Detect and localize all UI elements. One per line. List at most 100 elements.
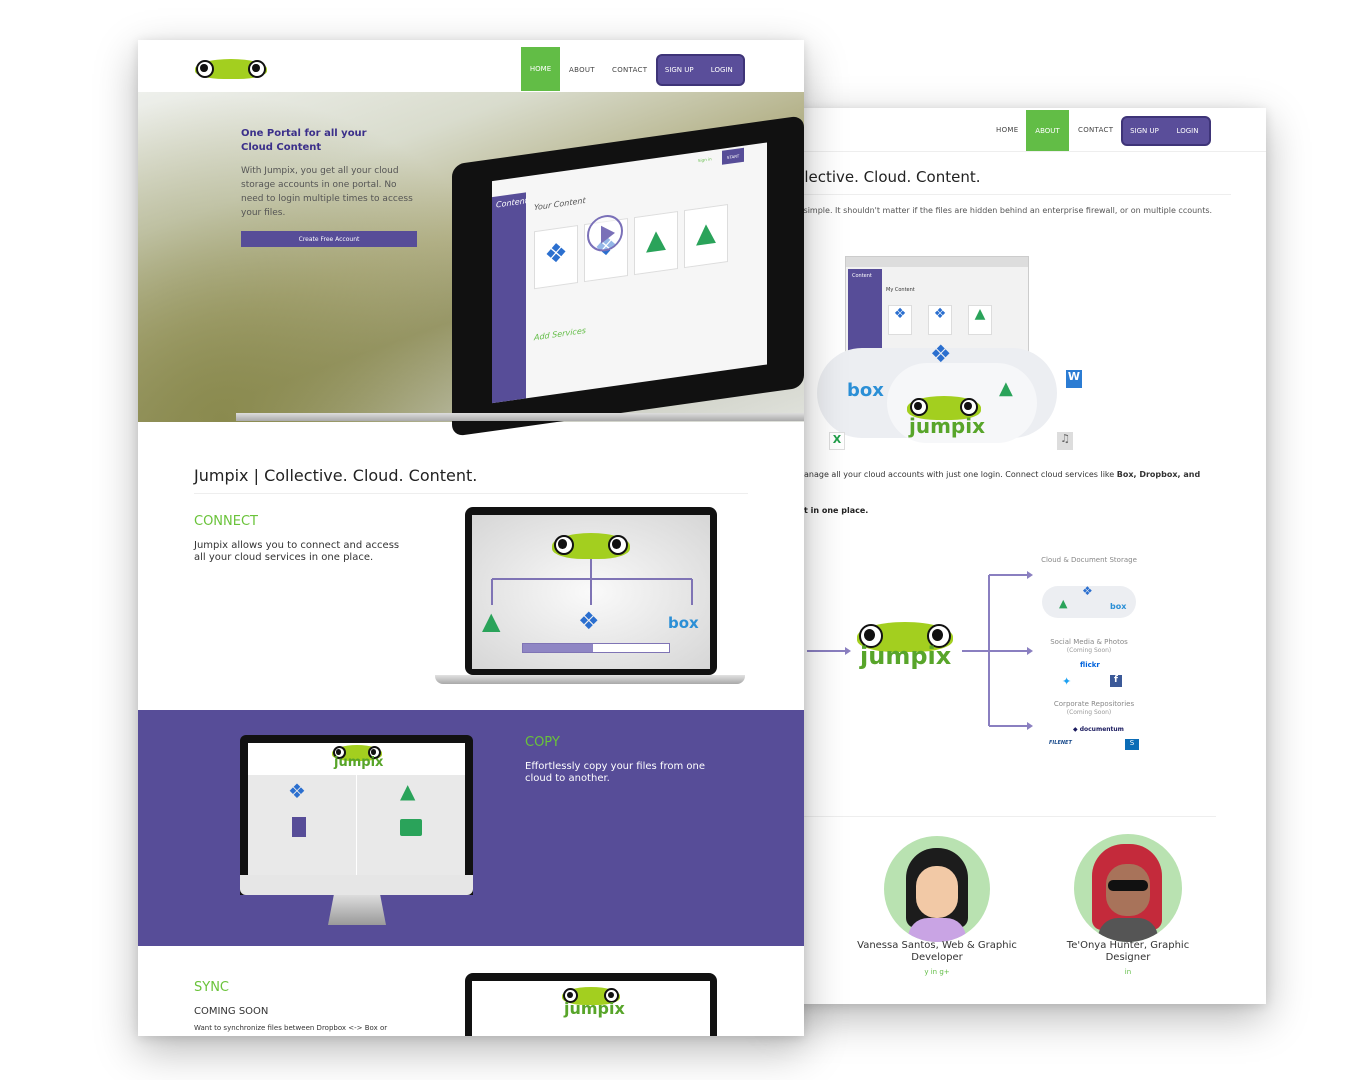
sync-screen: jumpix [472, 981, 710, 1036]
add-services-link: Add Services [534, 325, 586, 343]
nav-contact-link[interactable]: CONTACT [1078, 126, 1113, 134]
dropbox-icon: ❖ [930, 340, 952, 368]
jumpix-wordmark: jumpix [564, 999, 625, 1018]
avatar-vanessa [884, 836, 990, 942]
dropbox-icon: ❖ [578, 607, 600, 635]
team-member-name: Vanessa Santos, Web & Graphic Developer [857, 940, 1017, 963]
connect-screen: ▲ ❖ box [472, 515, 710, 669]
social-links[interactable]: in [1108, 968, 1148, 976]
nav-home-link[interactable]: HOME [996, 126, 1018, 134]
mock-content-title: My Content [886, 287, 915, 293]
login-button[interactable]: LOGIN [1166, 127, 1209, 135]
sunglasses [1108, 880, 1148, 891]
desc-bold: Box, Dropbox, and [1116, 470, 1201, 479]
signup-button[interactable]: SIGN UP [658, 66, 701, 74]
word-icon: W [1066, 370, 1082, 388]
copy-title: COPY [525, 735, 560, 750]
team-member-name: Te'Onya Hunter, Graphic Designer [1066, 940, 1190, 963]
home-page-screenshot: HOME ABOUT CONTACT SIGN UP LOGIN One Por… [138, 40, 804, 1036]
site-logo[interactable] [195, 59, 267, 79]
copy-screen: jumpix ❖ ▲ [248, 743, 465, 875]
avatar-shirt [908, 918, 966, 942]
jumpix-wordmark: jumpix [909, 414, 986, 438]
jumpix-wordmark: jumpix [334, 755, 384, 770]
sync-text: Want to synchronize files between Dropbo… [194, 1024, 388, 1032]
flickr-logo: flickr [1080, 661, 1100, 669]
nav-about-link[interactable]: ABOUT [569, 66, 595, 74]
arrow-in-head [845, 647, 851, 655]
signup-button[interactable]: SIGN UP [1123, 127, 1166, 135]
team-divider [791, 816, 1216, 817]
dropbox-tile: ❖ [928, 305, 952, 335]
box-logo: box [1110, 602, 1127, 611]
sharepoint-icon: S [1125, 739, 1139, 750]
about-page-screenshot: HOME ABOUT CONTACT SIGN UP LOGIN ollecti… [777, 108, 1266, 1004]
sync-laptop: jumpix [465, 973, 717, 1036]
desc-text: anage all your cloud accounts with just … [804, 470, 1117, 479]
filenet-logo: FILENET [1049, 740, 1072, 746]
monitor-chin [240, 875, 473, 895]
dropbox-icon: ❖ [1082, 584, 1093, 598]
box-logo: box [847, 380, 884, 401]
branch-title-social: Social Media & Photos [1050, 638, 1128, 646]
nav-divider [777, 151, 1266, 152]
frog-eye-right [248, 60, 266, 78]
social-links[interactable]: y in g+ [917, 968, 957, 976]
login-button[interactable]: LOGIN [701, 66, 744, 74]
branch-sub-corporate: (Coming Soon) [1066, 709, 1112, 716]
auth-pill: SIGN UP LOGIN [1121, 116, 1211, 146]
branch-1-head [1027, 571, 1033, 579]
laptop-base [236, 413, 804, 421]
mock-sidebar: Content [492, 192, 528, 404]
branch-title-storage: Cloud & Document Storage [1041, 556, 1137, 564]
hero-text: With Jumpix, you get all your cloud stor… [241, 166, 413, 218]
documentum-icon: ◆ [1073, 726, 1080, 733]
hero-laptop: Content START Sign in Your Content ❖ ❖ ▲… [452, 115, 804, 437]
play-icon [601, 223, 615, 244]
nav-contact-link[interactable]: CONTACT [612, 66, 647, 74]
copy-monitor: jumpix ❖ ▲ [240, 735, 473, 895]
monitor-stand [328, 895, 386, 925]
nav-about-active[interactable]: ABOUT [1026, 110, 1069, 151]
cloud-description: anage all your cloud accounts with just … [804, 470, 1254, 479]
progress-bar [522, 643, 670, 653]
gdrive-tile: ▲ [968, 305, 992, 335]
connect-text: Jumpix allows you to connect and access … [194, 540, 400, 563]
browser-chrome [846, 257, 1028, 267]
section-title: Jumpix | Collective. Cloud. Content. [194, 466, 478, 485]
connect-title: CONNECT [194, 514, 258, 529]
cloud-description-end: t in one place. [804, 506, 869, 515]
excel-icon: X [829, 432, 845, 450]
branch-title-corporate: Corporate Repositories [1053, 700, 1135, 708]
avatar-teonya [1074, 834, 1182, 942]
documentum-label: documentum [1079, 726, 1124, 733]
gdrive-tile: ▲ [684, 203, 728, 269]
music-file-icon: ♫ [1057, 432, 1073, 450]
documentum-logo: ◆ documentum [1073, 726, 1124, 733]
mock-signin: Sign in [698, 156, 712, 164]
skydrive-tile: ▲ [634, 210, 678, 276]
dropbox-tile: ❖ [888, 305, 912, 335]
connect-laptop: ▲ ❖ box [465, 507, 717, 675]
hero-title: One Portal for all your Cloud Content [241, 128, 367, 153]
twitter-icon: ✦ [1062, 675, 1072, 688]
mock-start-button: START [722, 147, 744, 165]
nav-home-active[interactable]: HOME [521, 47, 560, 91]
branch-sub-social: (Coming Soon) [1066, 647, 1112, 654]
avatar-shirt [1098, 918, 1158, 942]
frog-eye-left [196, 60, 214, 78]
branch-3-head [1027, 722, 1033, 730]
jumpix-wordmark: jumpix [860, 642, 952, 670]
mock-sidebar-title: Content [496, 196, 528, 210]
copy-text: Effortlessly copy your files from one cl… [525, 761, 705, 784]
folder-icon [400, 819, 422, 836]
about-intro: be simple. It shouldn't matter if the fi… [791, 206, 1213, 215]
section-divider [194, 493, 748, 494]
branch-2-head [1027, 647, 1033, 655]
box-logo: box [668, 614, 699, 632]
gdrive-icon: ▲ [1059, 597, 1068, 610]
create-account-button[interactable]: Create Free Account [241, 231, 417, 247]
mock-content-title: Your Content [534, 195, 586, 213]
integration-diagram [807, 571, 1033, 730]
avatar-face [916, 866, 958, 918]
